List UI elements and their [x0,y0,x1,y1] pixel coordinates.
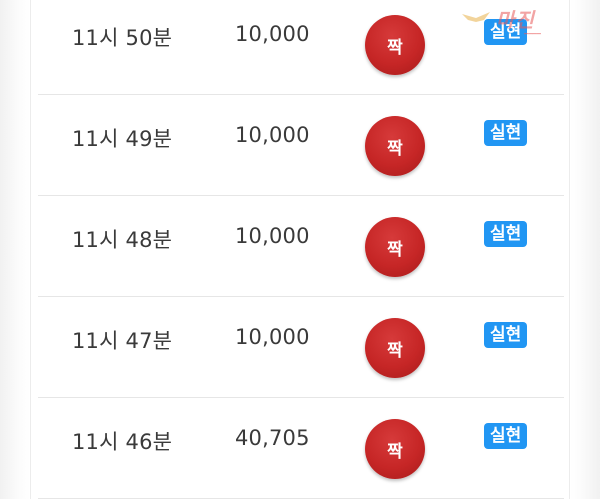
status-badge: 실현 [484,423,528,449]
wing-icon [462,12,490,22]
row-time: 11시 50분 [72,26,173,50]
result-ball-even: 짝 [365,116,425,176]
right-edge [570,0,600,499]
watermark-logo: 마진 ━━━━ [462,2,598,46]
row-time: 11시 48분 [72,228,173,252]
status-badge: 실현 [484,322,528,348]
result-ball-even: 짝 [365,217,425,277]
list-item[interactable]: 11시 48분 10,000 짝 실현 [38,196,564,297]
row-amount: 10,000 [235,123,310,147]
bet-history-list: 11시 50분 10,000 짝 실현 11시 49분 10,000 짝 실현 … [38,0,564,499]
row-amount: 10,000 [235,325,310,349]
left-edge [0,0,30,499]
row-time: 11시 49분 [72,127,173,151]
left-border [30,0,31,499]
result-ball-even: 짝 [365,419,425,479]
status-badge: 실현 [484,120,528,146]
watermark-text: 마진 [496,8,535,32]
list-item[interactable]: 11시 47분 10,000 짝 실현 [38,297,564,398]
row-time: 11시 47분 [72,329,173,353]
result-ball-even: 짝 [365,15,425,75]
row-time: 11시 46분 [72,430,173,454]
status-badge: 실현 [484,221,528,247]
list-item[interactable]: 11시 49분 10,000 짝 실현 [38,95,564,196]
result-ball-even: 짝 [365,318,425,378]
row-amount: 10,000 [235,224,310,248]
row-amount: 10,000 [235,22,310,46]
screen: 11시 50분 10,000 짝 실현 11시 49분 10,000 짝 실현 … [0,0,600,499]
right-border [569,0,570,499]
row-amount: 40,705 [235,426,310,450]
list-item[interactable]: 11시 46분 40,705 짝 실현 [38,398,564,499]
watermark-sub-mark: ━━━━ [524,30,541,38]
